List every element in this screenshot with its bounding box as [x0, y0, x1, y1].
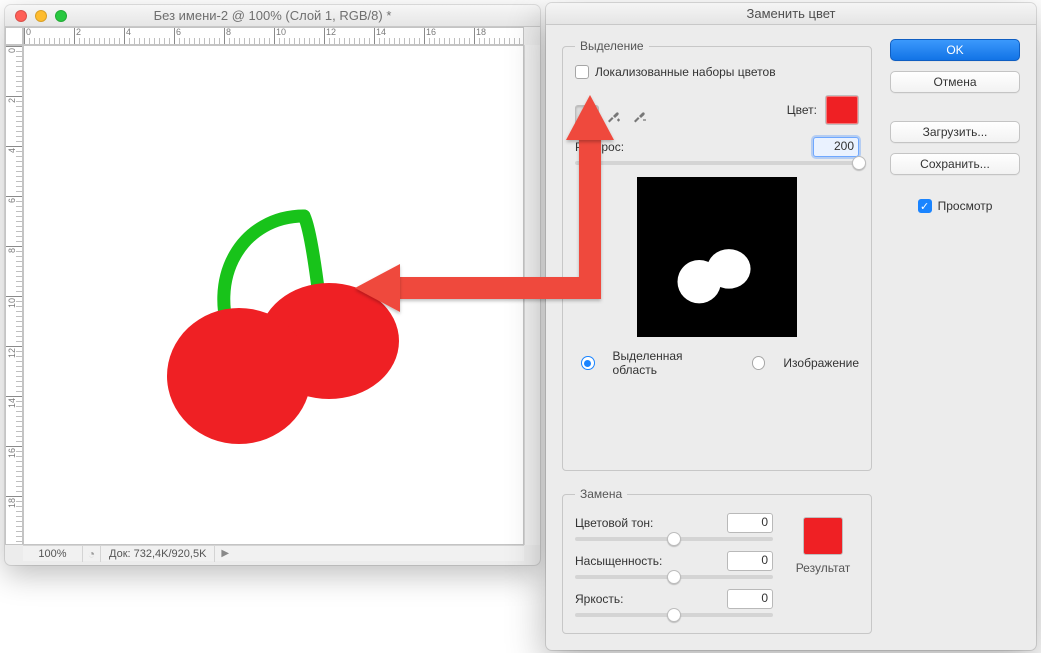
ruler-v-tick: 0	[7, 48, 17, 53]
document-window: Без имени-2 @ 100% (Слой 1, RGB/8) * 0 2 4…	[5, 5, 540, 565]
hue-value[interactable]: 0	[727, 513, 773, 533]
titlebar: Без имени-2 @ 100% (Слой 1, RGB/8) *	[5, 5, 540, 27]
eyedropper-minus-icon	[631, 108, 647, 124]
cherries-artwork	[164, 186, 424, 446]
eyedropper-add-tool[interactable]	[601, 105, 625, 127]
canvas-viewport[interactable]	[23, 45, 524, 545]
ruler-v-tick: 16	[7, 448, 17, 458]
horizontal-ruler[interactable]: 0 2 4 6 8 10 12 14 16 18	[23, 27, 524, 45]
close-window-button[interactable]	[15, 10, 27, 22]
color-label: Цвет:	[787, 103, 817, 117]
vertical-ruler[interactable]: 0 2 4 6 8 10 12 14 16 18	[5, 45, 23, 545]
ruler-v-tick: 10	[7, 298, 17, 308]
fuzziness-label: Разброс:	[575, 140, 685, 154]
ok-button[interactable]: OK	[890, 39, 1020, 61]
ruler-h-tick: 6	[176, 27, 181, 37]
ruler-v-tick: 18	[7, 498, 17, 508]
ruler-v-tick: 4	[7, 148, 17, 153]
selection-color-swatch[interactable]	[825, 95, 859, 125]
ruler-v-tick: 2	[7, 98, 17, 103]
preview-checkbox-label: Просмотр	[938, 199, 993, 213]
lightness-value[interactable]: 0	[727, 589, 773, 609]
load-button[interactable]: Загрузить...	[890, 121, 1020, 143]
lightness-label: Яркость:	[575, 592, 685, 606]
ruler-h-tick: 2	[76, 27, 81, 37]
selection-group: Выделение Локализованные наборы цветов	[562, 39, 872, 471]
zoom-readout[interactable]: 100%	[23, 546, 83, 562]
eyedropper-tool[interactable]	[575, 105, 599, 127]
ruler-h-tick: 0	[26, 27, 31, 37]
result-label: Результат	[796, 561, 851, 575]
ruler-v-tick: 6	[7, 198, 17, 203]
ruler-h-tick: 8	[226, 27, 231, 37]
result-color-swatch[interactable]	[803, 517, 843, 555]
saturation-slider[interactable]	[575, 575, 773, 579]
ruler-v-tick: 8	[7, 248, 17, 253]
ruler-h-tick: 4	[126, 27, 131, 37]
fuzziness-value[interactable]: 200	[813, 137, 859, 157]
minimize-window-button[interactable]	[35, 10, 47, 22]
ruler-v-tick: 12	[7, 348, 17, 358]
vertical-scrollbar[interactable]	[524, 45, 540, 545]
saturation-value[interactable]: 0	[727, 551, 773, 571]
status-menu-arrow[interactable]: ▶	[221, 546, 229, 562]
ruler-h-tick: 18	[476, 27, 486, 37]
eyedropper-plus-icon	[605, 108, 621, 124]
preview-checkbox[interactable]: ✓	[918, 199, 932, 213]
info-icon[interactable]: ◔	[83, 546, 101, 562]
eyedropper-subtract-tool[interactable]	[627, 105, 651, 127]
localized-clusters-label: Локализованные наборы цветов	[595, 65, 776, 79]
dialog-title: Заменить цвет	[546, 3, 1036, 25]
preview-selection-label: Выделенная область	[613, 349, 726, 377]
zoom-window-button[interactable]	[55, 10, 67, 22]
ruler-origin[interactable]	[5, 27, 23, 45]
selection-group-label: Выделение	[575, 39, 649, 53]
ruler-h-tick: 10	[276, 27, 286, 37]
preview-selection-radio[interactable]	[581, 356, 595, 370]
replacement-group-label: Замена	[575, 487, 627, 501]
selection-preview[interactable]	[637, 177, 797, 337]
lightness-slider[interactable]	[575, 613, 773, 617]
ruler-h-tick: 12	[326, 27, 336, 37]
document-title: Без имени-2 @ 100% (Слой 1, RGB/8) *	[5, 8, 540, 23]
preview-image-radio[interactable]	[752, 356, 766, 370]
status-bar: 100% ◔ Док: 732,4K/920,5K ▶	[23, 545, 524, 561]
canvas[interactable]	[24, 46, 523, 544]
saturation-label: Насыщенность:	[575, 554, 685, 568]
replace-color-dialog: Заменить цвет Выделение Локализованные н…	[546, 3, 1036, 650]
hue-label: Цветовой тон:	[575, 516, 685, 530]
localized-clusters-checkbox[interactable]	[575, 65, 589, 79]
ruler-v-tick: 14	[7, 398, 17, 408]
save-button[interactable]: Сохранить...	[890, 153, 1020, 175]
eyedropper-icon	[579, 108, 595, 124]
ruler-h-tick: 16	[426, 27, 436, 37]
fuzziness-slider[interactable]	[575, 161, 859, 165]
replacement-group: Замена Цветовой тон: 0	[562, 487, 872, 634]
hue-slider[interactable]	[575, 537, 773, 541]
preview-image-label: Изображение	[783, 356, 859, 370]
doc-size-readout[interactable]: Док: 732,4K/920,5K	[101, 546, 215, 562]
cancel-button[interactable]: Отмена	[890, 71, 1020, 93]
ruler-h-tick: 14	[376, 27, 386, 37]
